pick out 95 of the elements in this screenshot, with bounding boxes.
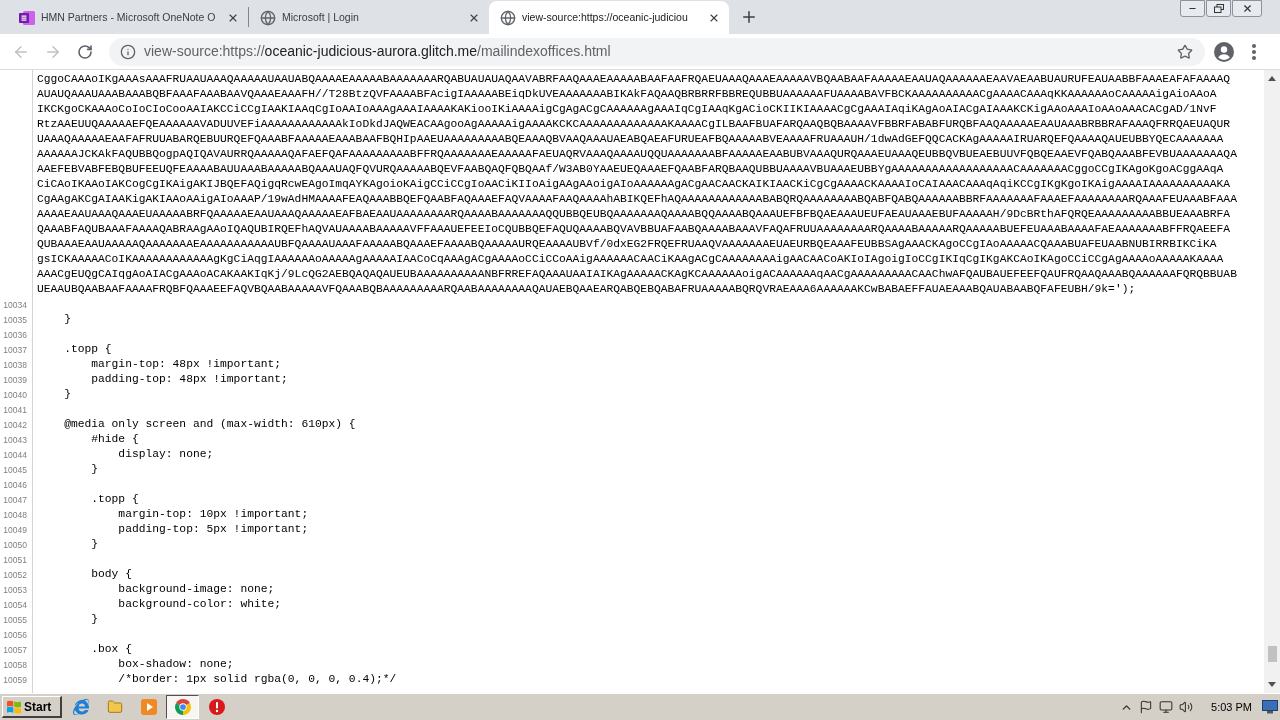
line-number: 10049 [3,524,27,535]
close-button[interactable] [1232,0,1262,17]
code-line: RtzAAEUUQAAAAAEFQEAAAAAAVADUUVEFiAAAAAAAAAAAAkIoDkdJAQWEACAAgooAgAAAAAigAAAAKCKCAAAAAAAAAAAAAKAAAACgILBAAFBUAFARQAAQBQBAAAAVFBBRFABABFURQBFAAQAAAAAEAAUAAABRBBRAFAAAQFRRQAEUAQUR [37,117,1231,132]
code-line: .topp { [64,342,112,357]
flag-icon[interactable] [1139,700,1154,714]
code-line: } [64,387,71,402]
code-line: } [91,537,98,552]
code-line: .box { [91,642,132,657]
code-line: IKCKgoCKAAAoCoIoCIoCooAAIAKCCiCCgIAAKIAAqCgIoAAIoAAAgAAAIAAAAKAKiooIKiAAAAigCgAgACgCAAAAAAgAAAIqCgIAAqKgACioCKIIKIAAAACgCgAAAIAqiKAgAoAIACgAIAAAKCKigAAoAAAIoAAoAAACACgAD/1NvF [37,102,1217,117]
code-line: } [64,312,71,327]
clock[interactable]: 5:03 PM [1211,698,1252,716]
code-line: AUAUQAAAUAAABAAABQBFAAAFAAABAAVQAAAEAAAFH//T28BtzQVFAAAABFAcigIAAAAABEiqDkUVEAAAAAAABIKAkFAQAAQBRBRRFBBREQUBBUAAAAAAFUAAAABAVFBCKAAAAAAAAAACgAAAACAAAqKKAAAAAAoCAAAAAigAioAAoA [37,87,1217,102]
browser-e-icon [72,699,89,715]
line-number: 10034 [3,299,27,310]
restore-button[interactable] [1206,0,1231,17]
code-line: QAAABFAQUBAAAFAAAAQABRAAgAAoIQAQUBIRQEFhAQVAUAAAABAAAAAVFFAAAUEFEEIoCQUBBQEFAQUQAAAABQVAVBBUAFAABQAAAABAAAVFAQAFRUUAAAAAAAARQAAAABAAAAARQAAAAABUEFEUAAABAAAAFAEAAAAAAABFFRQAEEFA [37,222,1231,237]
taskbar-button[interactable] [166,695,199,719]
code-line: padding-top: 5px !important; [118,522,309,537]
person-icon [1214,41,1234,62]
tricolor-circle-icon [174,699,191,715]
code-line: @media only screen and (max-width: 610px) { [64,417,356,432]
code-line: UAAAQAAAAAEAAFAFRUUABARQEBUURQEFQAAABFAAAAAEAAABAAFBQHIpAAEUAAAAAAAAABQEAAAQBVAAQAAAUAEABQAEAFURUEAFBQAAAAABVEAAAAFRUAAAUH/1dwAdGEFQQCACKAgAAAAAIRUARQEFQAAAAQAUEUBBYQECAAAAAAA [37,132,1224,147]
code-line: } [91,612,98,627]
line-number: 10037 [3,344,27,355]
browser-tab[interactable]: HMN Partners - Microsoft OneNote O [8,1,248,34]
line-number: 10043 [3,434,27,445]
address-field[interactable]: view-source:https://oceanic-judicious-aurora.glitch.me/mailindexoffices.html [109,37,1205,66]
code-line: CgAAgAKCgAIAAKigAKIAAoAAigAIoAAAP/19wAdHMAAAAFEAQAAABBQEFQAABFAQAAAEFAQVAAAAFAAQAAAAhABIKQEFhAQAAAAAAAAAAAABABQRQAAAAAAAABQABFQABQAAAAAABBRFAAAAAAAFAAAEFAAAAAAAARQAAAFEUAAABFAAA [37,192,1237,207]
code-line: AAAAAAJCKAkFAQUBBQogpAQIQAVAURRQAAAAAQAFAEFQAFAAAAAAAAABFFRQAAAAAAAEAAAAAFAEUAQRVAAAQAAAAUQQUAAAAAAABFAAAAAEAABUBVAAAQURQAAAEUAAAQEUBBQVBUEAEBUUVFQBQEAAEVFQABQAAABFEVBUAAAAAAAQA [37,147,1237,162]
plus-icon [740,8,758,26]
line-number: 10040 [3,389,27,400]
line-number: 10039 [3,374,27,385]
code-line: AAAAEAAUAAAQAAAEUAAAAABRFQAAAAAEAAUAAAQAAAAAEAFBAEAAUAAAAAAAARQAAAABAAAAAAAQQUBBQEUBQAAAAAAAQAAAABQQAAAABQAAAUEFBFBQAEAAAUEUFAEAUAAAEBUFAAAAAH/9DcBRthAFQRQEAAAAAAAAABBUEAAABRFA [37,207,1231,222]
line-number: 10050 [3,539,27,550]
reload-icon [77,43,93,60]
scroll-up-icon[interactable] [1268,76,1276,81]
browser-tab[interactable]: view-source:https://oceanic-judiciou [489,1,729,34]
line-number: 10056 [3,629,27,640]
line-number: 10058 [3,659,27,670]
code-line: padding-top: 48px !important; [91,372,288,387]
star-icon[interactable] [1177,43,1193,60]
menu-icon [1252,43,1256,60]
desktop-icon[interactable] [1262,700,1278,714]
code-line: QUBAAAEAAUAAAAAQAAAAAAAEAAAAAAAAAAAUBFQAAAAUAAAFAAAAABQAAAEFAAAABQAAAAAURQEAAAAUBVf/0dxEG2FRQEFRUAAQVAAAAAAAEUAEURBQEAAAFEUBBSAgAAACKAgoCCgIAoAAAAACQAAABUAFEUAABNUBIRRBIKCiKA [37,237,1217,252]
scrollbar[interactable] [1264,70,1280,693]
scroll-down-icon[interactable] [1268,682,1276,687]
code-line: AAACgEUQgCAIqgAoAIACgAAAoACAKAAKIqKj/9LcQG2AEBQAQAQAUEUBAAAAAAAAAANBFRREFAQAAAUAAIAIKAgAAAAACKAgKCAAAAAAoigACAAAAAAqAACgAAAAAAAAACAAChwAFQAUBAUEFEEFQAUFRQAAQAAABQAAAAAAFQRQBBUAB [37,267,1237,282]
code-line: box-shadow: none; [118,657,234,672]
line-number: 10048 [3,509,27,520]
line-number: 10036 [3,329,27,340]
line-number: 10035 [3,314,27,325]
line-number: 10052 [3,569,27,580]
code-line: #hide { [91,432,139,447]
line-number: 10038 [3,359,27,370]
four-color-flag-icon [6,699,22,714]
code-line: UEAAUBQAABAAFAAAAFRQBFQAAAEEFAQVBQAABAAAAAVFQAAABQBAAAAAAAAARQAABAAAAAAAAQAUAEBQAAEARQABQEBQABAFRUAAAAABQRQVRAEAAA6AAAAAAKCwBABAEFFAUAEAAABQAUABAABQFAFEUBH/9k='); [37,282,1136,297]
scrollbar-thumb[interactable] [1267,646,1277,662]
close-icon [1241,3,1253,14]
line-number: 10046 [3,479,27,490]
code-line: background-image: none; [118,582,275,597]
code-line: body { [91,567,132,582]
folder-icon [106,699,123,715]
globe-icon [260,9,276,26]
code-line: gsICKAAAAACoIKAAAAAAAAAAAAgKgCiAqgIAAAAAAoAAAAAgAAAAAIAACoCqAAAgACgAAAAoCCiCCoAAigAAAAAACAACiKAAgACgCAAAAAAAAigAACAACoAKIoIAgoigIoCCgIKIqCgIKgAKCAoIKAgoCCiCCgAgAAAAoAAAAAKAAAA [37,252,1224,267]
line-number: 10055 [3,614,27,625]
line-number: 10053 [3,584,27,595]
line-number: 10041 [3,404,27,415]
line-number: 10042 [3,419,27,430]
line-number: 10051 [3,554,27,565]
restore-icon [1213,4,1224,13]
line-number: 10044 [3,449,27,460]
code-line: /*border: 1px solid rgba(0, 0, 0, 0.4);*/ [118,672,397,687]
code-line: margin-top: 48px !important; [91,357,282,372]
code-line: background-color: white; [118,597,282,612]
line-number: 10054 [3,599,27,610]
browser-tab[interactable]: Microsoft | Login [249,1,489,34]
play-icon [140,699,157,715]
info-icon[interactable] [120,43,136,60]
code-line: margin-top: 10px !important; [118,507,309,522]
alert-icon [208,699,225,715]
code-line: display: none; [118,447,214,462]
code-line: .topp { [91,492,139,507]
code-line: CggoCAAAoIKgAAAsAAAFRUAAUAAAQAAAAAUAAUABQAAAAEAAAAABAAAAAAARQABUAUAUAQAAVABRFAAQAAAEAAAAABAAFAAFRQAEUAAAQAAAEAAAAAVBQAABAAFAAAAAEAAUAQAAAAAAEAAVAEAABUAURUFEAUAABBFAAAEAFAFAAAAQ [37,72,1231,87]
code-line: } [91,462,98,477]
line-number: 10059 [3,674,27,685]
globe-icon [500,9,516,26]
speaker-icon[interactable] [1179,700,1194,714]
code-line: CiCAoIKAAoIAKCogCgIKAigAKIJBQEFAQigqRcwEAgoImqAYKAgoioKAigCCiCCgIoAACiKIIoAigAAgAAoigAIoAAAAAAgACgAACAACKAIKIAACKiCgCgAAAACKAAAAIoCAIAAACAAAqAqiKCCgIKgKgoIKAigAAAAIAAAAAAAAAAKA [37,177,1231,192]
notebook-icon [19,9,35,26]
line-number: 10057 [3,644,27,655]
line-number: 10045 [3,464,27,475]
monitor-icon[interactable] [1159,700,1174,714]
start-button[interactable]: Start [2,696,62,718]
line-number: 10047 [3,494,27,505]
code-line: AAEFEBVABFEBQBUFEEUQFEAAAABAUUAAABAAAAABQAAAUAQFQVURQAAAAABQEVFAABQAQFQBQAAf/W3AB0YAAEUEQAAAEFQAABFARQBAAQUBBUAAAAVBUAAAEUBBYgAAAAAAAAAAAAAAAAAACAAAAAAACggoCCgIKAgoKgoACggAAqA [37,162,1224,177]
